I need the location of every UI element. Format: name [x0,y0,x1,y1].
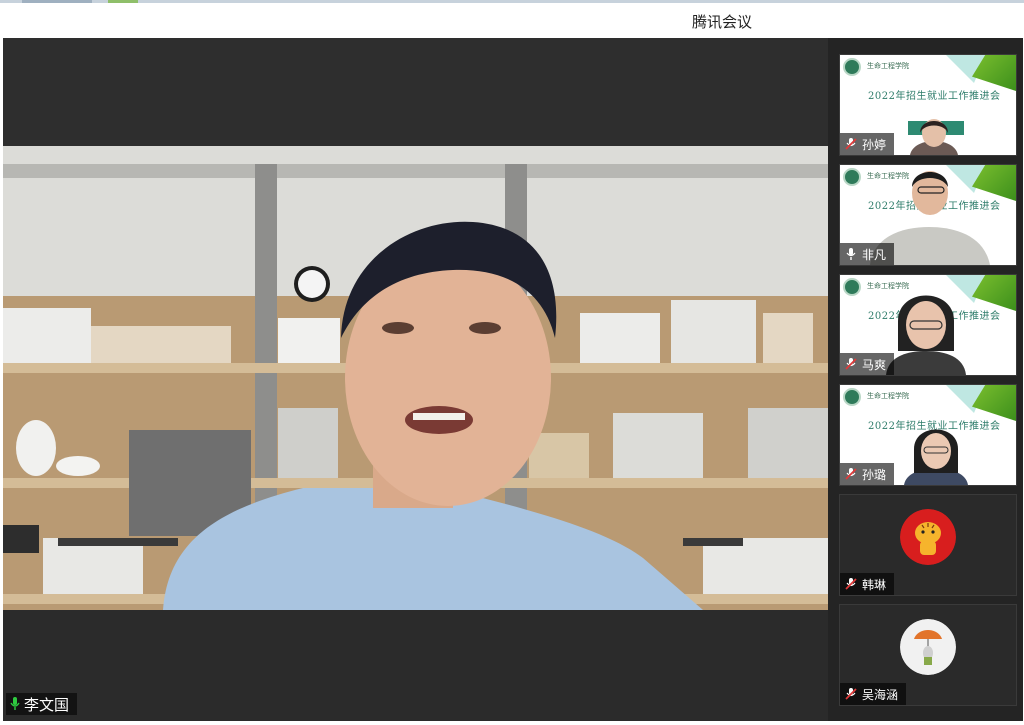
mic-on-icon [10,697,20,710]
mic-muted-icon [845,138,857,150]
participant-name-tag: 非凡 [840,243,895,265]
participant-name: 孙璐 [862,467,887,482]
participant-name-tag: 孙璐 [840,463,895,485]
participant-name: 马爽 [862,357,887,372]
speaker-name-tag: 李文国 [6,693,78,715]
participant-tile[interactable]: 生命工程学院 2022年招生就业工作推进会 马爽 [839,274,1017,376]
slide-college: 生命工程学院 [867,392,909,400]
participant-tile[interactable]: 生命工程学院 2022年招生就业工作推进会 孙璐 [839,384,1017,486]
mic-muted-icon [845,578,857,590]
participant-name: 吴海涵 [862,687,899,702]
slide-headline: 2022年招生就业工作推进会 [868,91,1001,102]
participant-name-tag: 韩琳 [840,573,895,595]
participant-tile[interactable]: 生命工程学院 2022年招生就业工作推进会 非凡 [839,164,1017,266]
participant-name: 孙婷 [862,137,887,152]
participant-tile[interactable]: 韩琳 [839,494,1017,596]
participant-name-tag: 孙婷 [840,133,895,155]
participant-name: 韩琳 [862,577,887,592]
college-logo-icon [843,388,861,406]
umbrella-avatar-icon [900,619,956,675]
participant-name-tag: 吴海涵 [840,683,907,705]
mic-on-icon [846,248,856,260]
participant-tile[interactable]: 吴海涵 [839,604,1017,706]
mic-muted-icon [845,358,857,370]
college-logo-icon [843,278,861,296]
slide-college: 生命工程学院 [867,62,909,70]
participant-video [910,119,958,155]
mic-muted-icon [845,688,857,700]
title-bar: 腾讯会议 [0,3,1024,37]
main-video-stage[interactable]: 李文国 [3,38,828,721]
participant-tile[interactable]: 生命工程学院 2022年招生就业工作推进会 孙婷 [839,54,1017,156]
speaker-video-frame [3,38,828,721]
participant-name: 非凡 [862,247,887,262]
college-logo-icon [843,58,861,76]
participant-video [904,429,968,485]
app-title: 腾讯会议 [691,13,752,31]
college-logo-icon [843,168,861,186]
participant-name-tag: 马爽 [840,353,895,375]
tiger-avatar-icon [900,509,956,565]
participant-strip[interactable]: 生命工程学院 2022年招生就业工作推进会 孙婷 生命工程学院 2022年招生就… [828,38,1023,721]
mic-muted-icon [845,468,857,480]
speaker-name: 李文国 [24,695,70,714]
